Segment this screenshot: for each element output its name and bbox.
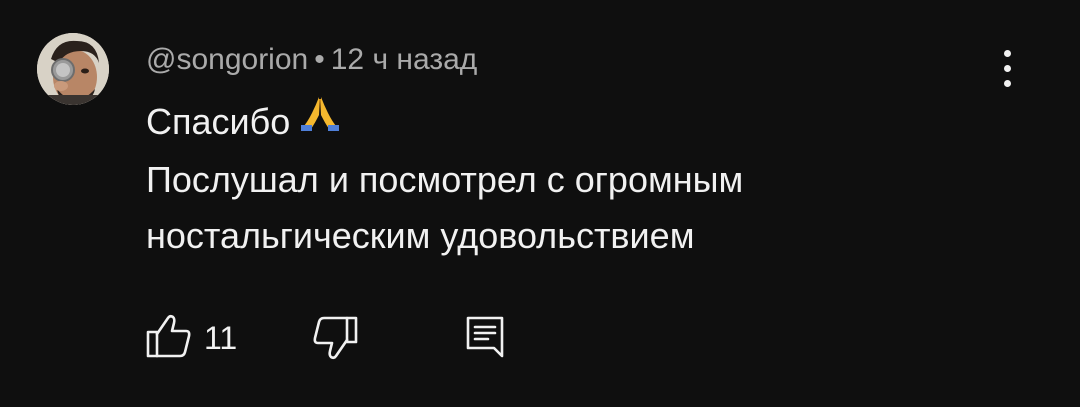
comment-line-2: Послушал и посмотрел с огромным	[146, 159, 744, 201]
more-vert-icon	[1004, 50, 1011, 57]
more-vert-icon-dot	[1004, 65, 1011, 72]
more-options-button[interactable]	[986, 44, 1030, 94]
more-vert-icon-dot	[1004, 80, 1011, 87]
meta-separator: •	[314, 43, 325, 76]
comment-time[interactable]: 12 ч назад	[331, 43, 478, 76]
like-count: 11	[204, 320, 238, 356]
avatar[interactable]	[37, 33, 109, 105]
author-name[interactable]: @songorion	[146, 43, 308, 76]
comment-line-3: ностальгическим удовольствием	[146, 215, 695, 257]
comment-line-1: Спасибо	[146, 94, 1026, 152]
like-button[interactable]: 11	[146, 312, 246, 362]
comment-meta: @songorion • 12 ч назад	[146, 40, 477, 80]
comment-line-1-text: Спасибо	[146, 101, 291, 142]
thumb-down-icon	[313, 316, 358, 360]
thumb-up-icon	[146, 314, 191, 358]
reply-button[interactable]	[464, 312, 514, 362]
comment: @songorion • 12 ч назад Спасибо Послушал и…	[0, 0, 1080, 407]
pray-emoji-icon	[300, 91, 340, 147]
dislike-button[interactable]	[312, 312, 362, 362]
reply-icon	[466, 316, 504, 358]
comment-text: Спасибо Послушал и посмотрел с огромным …	[146, 94, 1026, 264]
